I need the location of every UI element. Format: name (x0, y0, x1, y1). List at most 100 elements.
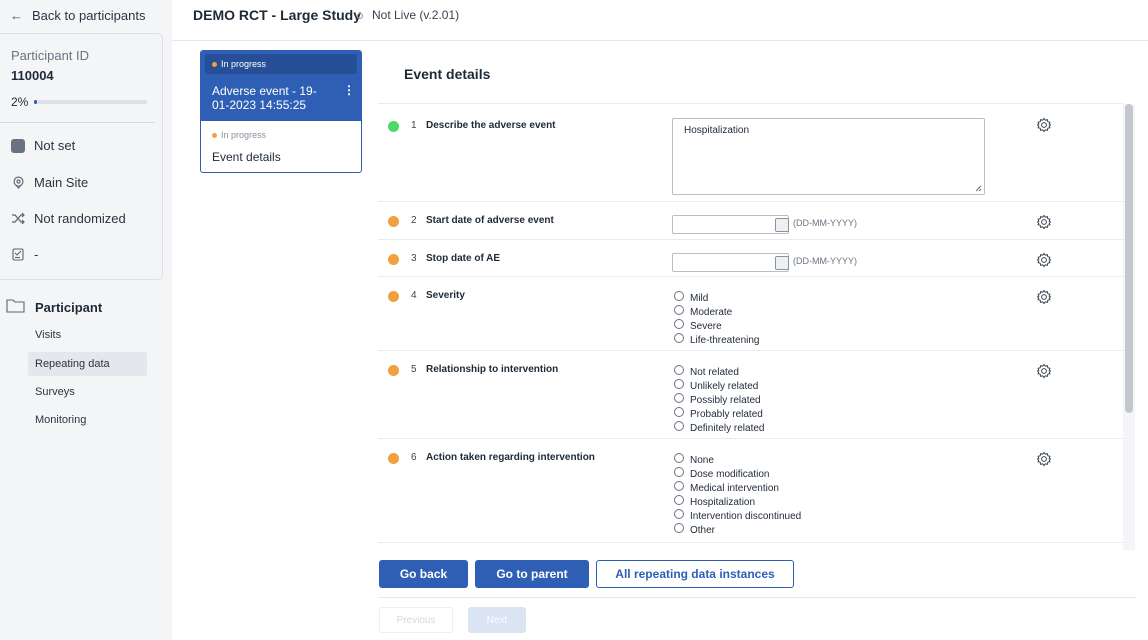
gear-icon[interactable] (1036, 289, 1052, 305)
form-scrollbar[interactable] (1123, 104, 1135, 550)
gear-icon[interactable] (1036, 214, 1052, 230)
question-status-dot (388, 121, 399, 132)
radio-option[interactable]: Dose modification (674, 466, 801, 481)
radio-label: Mild (690, 292, 709, 304)
event-card[interactable]: In progress Adverse event - 19-01-2023 1… (200, 50, 362, 173)
question-label: Action taken regarding intervention (426, 452, 595, 463)
top-bar: DEMO RCT - Large Study Not Live (v.2.01) (172, 0, 1148, 41)
gear-icon[interactable] (1036, 363, 1052, 379)
question-label: Describe the adverse event (426, 120, 556, 131)
radio-label: Intervention discontinued (690, 510, 802, 522)
stop-date-input[interactable] (672, 253, 789, 272)
nav-item-monitoring[interactable]: Monitoring (28, 408, 147, 432)
radio-label: Possibly related (690, 394, 761, 406)
radio-button[interactable] (674, 522, 684, 533)
nav-item-repeating-data[interactable]: Repeating data (28, 352, 147, 376)
scrollbar-thumb[interactable] (1125, 104, 1133, 413)
question-row: 6 Action taken regarding intervention No… (378, 439, 1123, 543)
question-row: 2 Start date of adverse event (DD-MM-YYY… (378, 202, 1123, 240)
radio-button[interactable] (674, 378, 684, 389)
participant-id-value: 110004 (11, 68, 54, 83)
participant-status[interactable]: Not set (11, 138, 75, 153)
radio-button[interactable] (674, 332, 684, 343)
radio-option[interactable]: None (674, 452, 801, 467)
study-title: DEMO RCT - Large Study (193, 7, 362, 23)
textarea-value: Hospitalization (684, 125, 750, 136)
question-number: 6 (411, 452, 417, 463)
radio-button[interactable] (674, 508, 684, 519)
radio-option[interactable]: Intervention discontinued (674, 508, 802, 523)
back-to-participants-link[interactable]: ← Back to participants (10, 6, 145, 24)
question-status-dot (388, 365, 399, 376)
nav-item-visits[interactable]: Visits (28, 323, 147, 347)
question-row: 1 Describe the adverse event Hospitaliza… (378, 104, 1123, 202)
radio-label: None (690, 454, 714, 466)
participant-site: Main Site (11, 175, 88, 190)
participant-extra: - (11, 247, 38, 262)
radio-button[interactable] (674, 494, 684, 505)
status-square-icon (11, 138, 25, 153)
radio-option[interactable]: Definitely related (674, 420, 764, 435)
study-status: Not Live (v.2.01) (372, 8, 460, 22)
radio-option[interactable]: Severe (674, 318, 760, 333)
date-format-hint: (DD-MM-YYYY) (793, 218, 857, 228)
go-back-button[interactable]: Go back (379, 560, 468, 588)
radio-button[interactable] (674, 290, 684, 301)
previous-button[interactable]: Previous (379, 607, 453, 633)
radio-option[interactable]: Possibly related (674, 392, 764, 407)
all-repeating-data-instances-button[interactable]: All repeating data instances (596, 560, 794, 588)
radio-option[interactable]: Other (674, 522, 801, 537)
question-status-dot (388, 216, 399, 227)
more-options-icon[interactable]: ⋮ (343, 83, 355, 97)
radio-button[interactable] (674, 466, 684, 477)
next-button[interactable]: Next (468, 607, 526, 633)
event-sub-name[interactable]: Event details (212, 150, 281, 164)
calendar-icon[interactable] (775, 256, 789, 270)
event-card-header: In progress Adverse event - 19-01-2023 1… (201, 51, 361, 121)
question-label: Start date of adverse event (426, 215, 554, 226)
gear-icon[interactable] (1036, 117, 1052, 133)
gear-icon[interactable] (1036, 451, 1052, 467)
radio-button[interactable] (674, 318, 684, 329)
date-format-hint: (DD-MM-YYYY) (793, 256, 857, 266)
radio-label: Life-threatening (690, 334, 760, 346)
radio-label: Unlikely related (690, 380, 759, 392)
radio-option[interactable]: Mild (674, 290, 760, 305)
question-status-dot (388, 254, 399, 265)
nav-item-surveys[interactable]: Surveys (28, 380, 147, 404)
participant-id-label: Participant ID (11, 48, 90, 63)
radio-label: Other (690, 524, 716, 536)
separator-circle-icon (357, 13, 363, 19)
radio-button[interactable] (674, 392, 684, 403)
radio-label: Hospitalization (690, 496, 756, 508)
event-status-badge: In progress (205, 54, 357, 74)
go-to-parent-button[interactable]: Go to parent (475, 560, 589, 588)
folder-icon (6, 298, 25, 316)
adverse-event-description-textarea[interactable]: Hospitalization (672, 118, 985, 195)
start-date-input[interactable] (672, 215, 789, 234)
radio-button[interactable] (674, 364, 684, 375)
question-number: 1 (411, 120, 417, 131)
radio-option[interactable]: Probably related (674, 406, 764, 421)
radio-option[interactable]: Medical intervention (674, 480, 801, 495)
shuffle-icon (11, 212, 25, 226)
radio-option[interactable]: Life-threatening (674, 332, 760, 347)
relationship-radio-group: Not related Unlikely related Possibly re… (674, 364, 764, 435)
radio-option[interactable]: Hospitalization (674, 494, 801, 509)
radio-option[interactable]: Unlikely related (674, 378, 764, 393)
radio-button[interactable] (674, 480, 684, 491)
radio-option[interactable]: Moderate (674, 304, 760, 319)
radio-label: Moderate (690, 306, 733, 318)
radio-button[interactable] (674, 420, 684, 431)
radio-button[interactable] (674, 406, 684, 417)
progress-percent: 2% (11, 95, 29, 109)
resize-grip-icon[interactable] (975, 185, 982, 192)
radio-button[interactable] (674, 304, 684, 315)
question-row: 3 Stop date of AE (DD-MM-YYYY) (378, 240, 1123, 277)
radio-button[interactable] (674, 452, 684, 463)
radio-option[interactable]: Not related (674, 364, 764, 379)
form-heading: Event details (404, 66, 491, 82)
question-row: 4 Severity Mild Moderate Severe Life-thr… (378, 277, 1123, 351)
gear-icon[interactable] (1036, 252, 1052, 268)
calendar-icon[interactable] (775, 218, 789, 232)
